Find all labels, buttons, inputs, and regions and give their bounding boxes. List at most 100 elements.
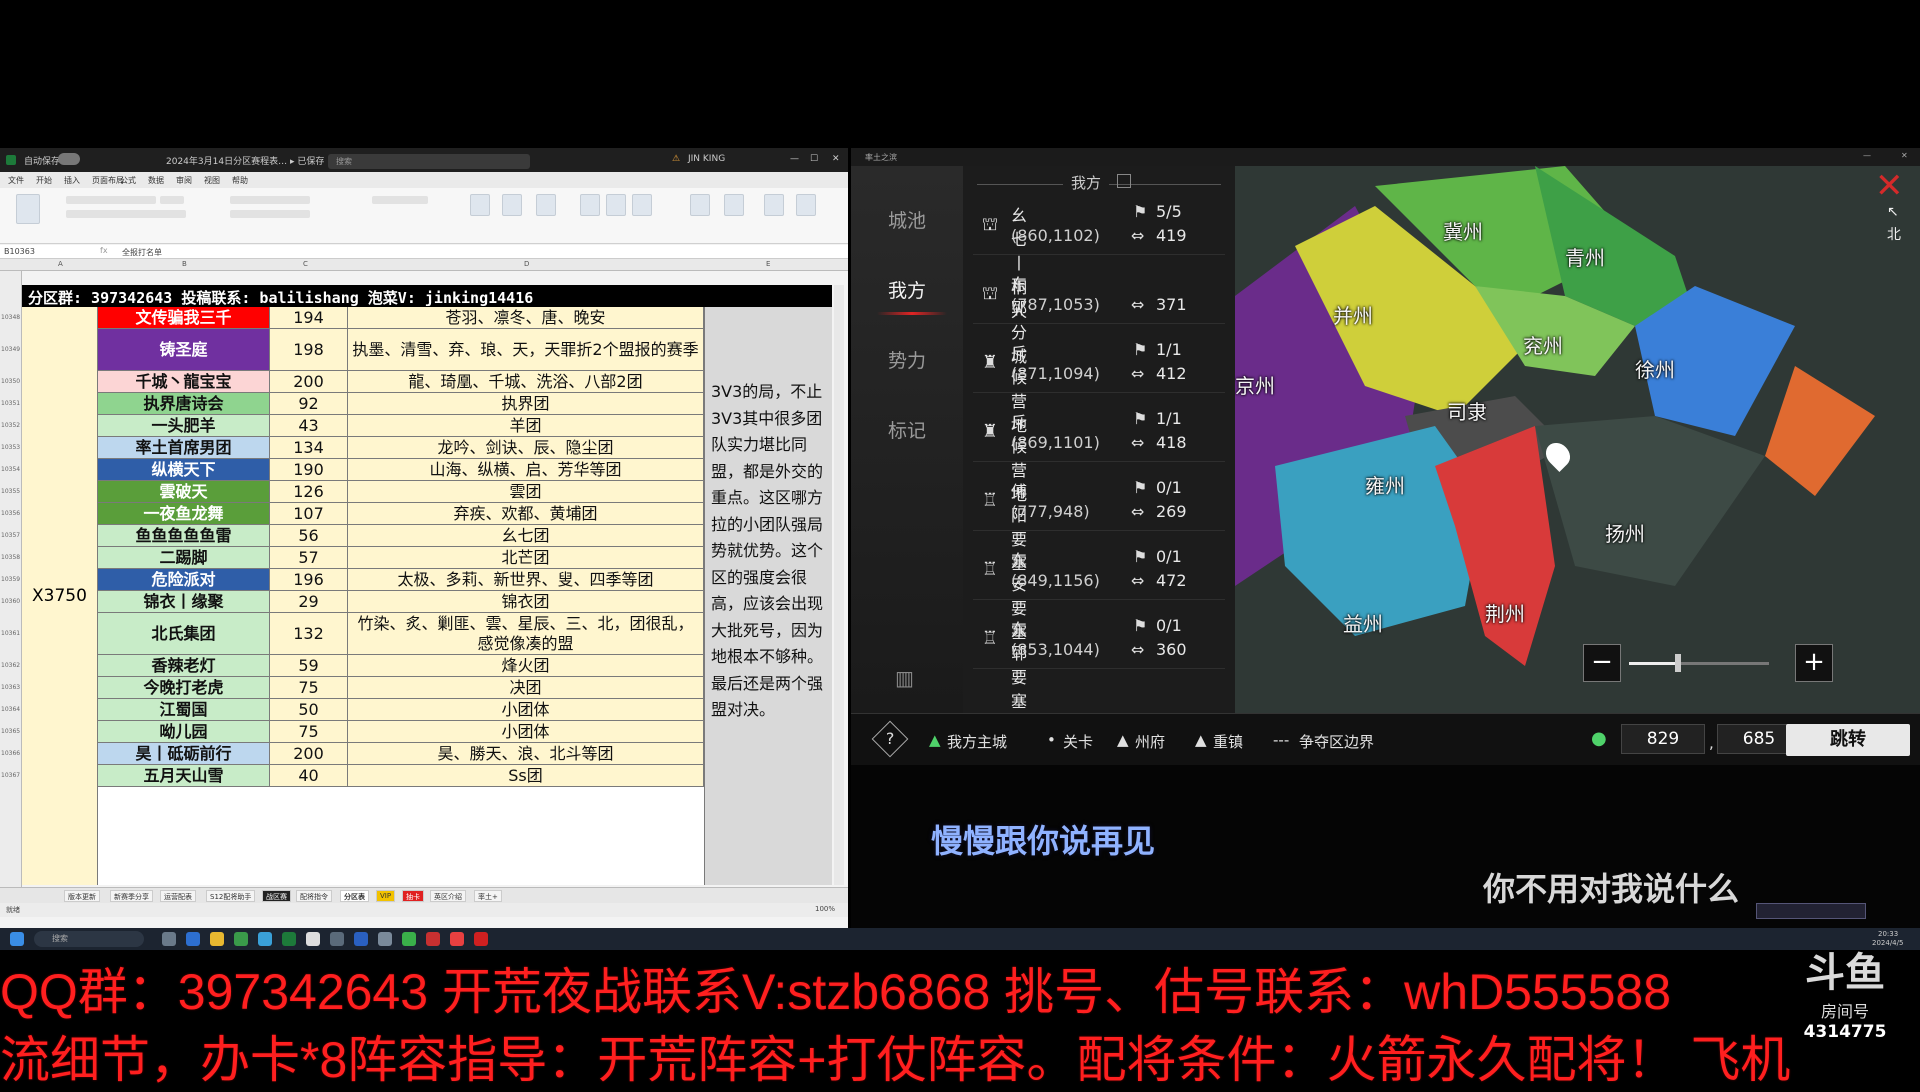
app-icon-4[interactable] bbox=[330, 932, 344, 946]
col-header-c[interactable]: C bbox=[303, 260, 308, 268]
alliance-name-cell[interactable]: 千城丶龍宝宝 bbox=[98, 371, 270, 393]
alliance-name-cell[interactable]: 江蜀国 bbox=[98, 699, 270, 721]
jump-button[interactable]: 跳转 bbox=[1786, 724, 1910, 756]
row-number[interactable]: 10363 bbox=[1, 684, 20, 691]
row-number[interactable]: 10364 bbox=[1, 706, 20, 713]
member-groups-cell[interactable]: 小团体 bbox=[348, 721, 704, 743]
app-icon-1[interactable] bbox=[234, 932, 248, 946]
maximize-icon[interactable]: ☐ bbox=[810, 154, 818, 164]
align-group[interactable] bbox=[230, 196, 310, 204]
row-number[interactable]: 10361 bbox=[1, 630, 20, 637]
entry-coord[interactable]: (787,1053) bbox=[1011, 295, 1100, 314]
entry-coord[interactable]: (849,1156) bbox=[1011, 571, 1100, 590]
barcode-icon[interactable]: ▥ bbox=[895, 666, 914, 690]
member-count-cell[interactable]: 200 bbox=[270, 743, 348, 765]
alliance-name-cell[interactable]: 执界唐诗会 bbox=[98, 393, 270, 415]
wrap-merge-group[interactable] bbox=[230, 210, 310, 218]
alliance-name-cell[interactable]: 呦儿园 bbox=[98, 721, 270, 743]
alliance-name-cell[interactable]: 纵横天下 bbox=[98, 459, 270, 481]
zoom-slider-handle[interactable] bbox=[1675, 654, 1681, 672]
member-count-cell[interactable]: 132 bbox=[270, 613, 348, 655]
nav-tab-mine[interactable]: 我方 bbox=[851, 276, 963, 303]
app-icon-5[interactable] bbox=[354, 932, 368, 946]
member-groups-cell[interactable]: 苍羽、凛冬、唐、晚安 bbox=[348, 307, 704, 329]
entry-coord[interactable]: (869,1101) bbox=[1011, 433, 1100, 452]
member-groups-cell[interactable]: 龍、琦凰、千城、洗浴、八部2团 bbox=[348, 371, 704, 393]
member-groups-cell[interactable]: 雲团 bbox=[348, 481, 704, 503]
alliance-name-cell[interactable]: 今晚打老虎 bbox=[98, 677, 270, 699]
entry-coord[interactable]: (871,1094) bbox=[1011, 364, 1100, 383]
row-number[interactable]: 10354 bbox=[1, 466, 20, 473]
row-number[interactable]: 10367 bbox=[1, 772, 20, 779]
member-groups-cell[interactable]: 昊、勝天、浪、北斗等团 bbox=[348, 743, 704, 765]
row-number[interactable]: 10357 bbox=[1, 532, 20, 539]
member-groups-cell[interactable]: 竹染、炙、剿匪、雲、星辰、三、北，团很乱，感觉像凑的盟 bbox=[348, 613, 704, 655]
close-icon[interactable]: ✕ bbox=[832, 154, 840, 164]
paste-button[interactable] bbox=[16, 194, 40, 224]
zoom-level[interactable]: 100% bbox=[815, 905, 835, 913]
member-groups-cell[interactable]: 北芒团 bbox=[348, 547, 704, 569]
zoom-in-button[interactable]: + bbox=[1795, 644, 1833, 682]
member-count-cell[interactable]: 196 bbox=[270, 569, 348, 591]
entry-coord[interactable]: (860,1102) bbox=[1011, 226, 1100, 245]
row-number[interactable]: 10362 bbox=[1, 662, 20, 669]
menu-item[interactable]: 文件 bbox=[8, 175, 24, 186]
number-format-select[interactable] bbox=[372, 196, 428, 204]
row-number[interactable]: 10350 bbox=[1, 378, 20, 385]
world-map[interactable]: 冀州 青州 并州 兖州 徐州 司隶 京州 雍州 扬州 荆州 益州 ✕ 北 ↖ −… bbox=[1235, 166, 1920, 713]
member-count-cell[interactable]: 43 bbox=[270, 415, 348, 437]
minimize-icon[interactable]: — bbox=[790, 154, 799, 164]
cell-style-button[interactable] bbox=[536, 194, 556, 216]
addins-button[interactable] bbox=[764, 194, 784, 216]
alliance-name-cell[interactable]: 香辣老灯 bbox=[98, 655, 270, 677]
row-number[interactable]: 10365 bbox=[1, 728, 20, 735]
member-groups-cell[interactable]: 决团 bbox=[348, 677, 704, 699]
member-groups-cell[interactable]: 执墨、清雪、弃、琅、天，天罪折2个盟报的赛季 bbox=[348, 329, 704, 371]
row-number[interactable]: 10366 bbox=[1, 750, 20, 757]
menu-item[interactable]: 开始 bbox=[36, 175, 52, 186]
member-count-cell[interactable]: 29 bbox=[270, 591, 348, 613]
member-groups-cell[interactable]: 幺七团 bbox=[348, 525, 704, 547]
col-header-e[interactable]: E bbox=[766, 260, 770, 268]
analysis-note-cell[interactable]: 3V3的局，不止3V3其中很多团队实力堪比同盟，都是外交的重点。这区哪方拉的小团… bbox=[704, 307, 832, 885]
member-groups-cell[interactable]: 锦衣团 bbox=[348, 591, 704, 613]
member-count-cell[interactable]: 194 bbox=[270, 307, 348, 329]
sheet-tab[interactable]: 率土+ bbox=[474, 890, 502, 902]
map-close-icon[interactable]: ✕ bbox=[1875, 166, 1904, 206]
member-groups-cell[interactable]: 弃疾、欢都、黄埔团 bbox=[348, 503, 704, 525]
member-count-cell[interactable]: 57 bbox=[270, 547, 348, 569]
app-icon-6[interactable] bbox=[378, 932, 392, 946]
app-icon-9[interactable] bbox=[474, 932, 488, 946]
vertical-scrollbar[interactable] bbox=[834, 285, 844, 885]
delete-button[interactable] bbox=[606, 194, 626, 216]
member-count-cell[interactable]: 134 bbox=[270, 437, 348, 459]
sheet-tab[interactable]: 版本更新 bbox=[64, 890, 100, 902]
app-icon-2[interactable] bbox=[258, 932, 272, 946]
alliance-name-cell[interactable]: 五月天山雪 bbox=[98, 765, 270, 787]
nav-tab-forces[interactable]: 势力 bbox=[851, 346, 963, 373]
formula-input[interactable]: 全报打名单 bbox=[122, 247, 162, 258]
col-header-b[interactable]: B bbox=[182, 260, 187, 268]
alliance-name-cell[interactable]: 率土首席男团 bbox=[98, 437, 270, 459]
alliance-name-cell[interactable]: 鱼鱼鱼鱼鱼雷 bbox=[98, 525, 270, 547]
sheet-tab[interactable]: VIP bbox=[376, 890, 396, 902]
row-number[interactable]: 10348 bbox=[1, 314, 20, 321]
member-count-cell[interactable]: 40 bbox=[270, 765, 348, 787]
member-count-cell[interactable]: 107 bbox=[270, 503, 348, 525]
taskbar-search[interactable]: 搜索 bbox=[34, 931, 144, 947]
alliance-name-cell[interactable]: 昊丨砥砺前行 bbox=[98, 743, 270, 765]
alliance-name-cell[interactable]: 北氏集团 bbox=[98, 613, 270, 655]
col-header-d[interactable]: D bbox=[524, 260, 529, 268]
row-number[interactable]: 10360 bbox=[1, 598, 20, 605]
member-count-cell[interactable]: 190 bbox=[270, 459, 348, 481]
menu-item[interactable]: 视图 bbox=[204, 175, 220, 186]
member-groups-cell[interactable]: 羊团 bbox=[348, 415, 704, 437]
clock-time[interactable]: 20:33 bbox=[1878, 930, 1898, 938]
row-number[interactable]: 10355 bbox=[1, 488, 20, 495]
analyze-data-button[interactable] bbox=[796, 194, 816, 216]
row-number[interactable]: 10353 bbox=[1, 444, 20, 451]
menu-item[interactable]: 数据 bbox=[148, 175, 164, 186]
member-count-cell[interactable]: 59 bbox=[270, 655, 348, 677]
nav-tab-city[interactable]: 城池 bbox=[851, 206, 963, 233]
alliance-name-cell[interactable]: 锦衣丨缘聚 bbox=[98, 591, 270, 613]
